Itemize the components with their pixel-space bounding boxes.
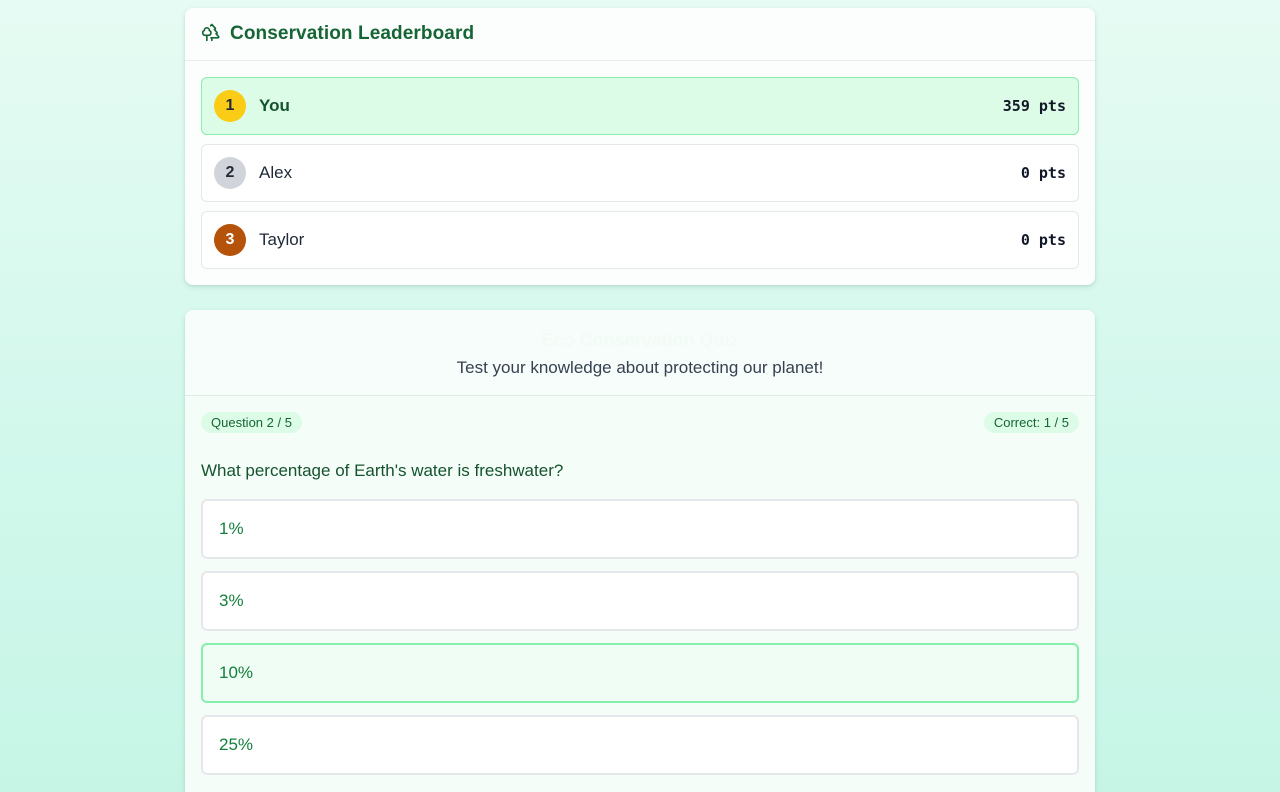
leaderboard-row-taylor: 3 Taylor 0 pts <box>201 211 1079 269</box>
player-points: 0 pts <box>1020 164 1066 182</box>
answer-list: 1% 3% 10% 25% <box>185 499 1095 775</box>
trees-icon <box>201 22 221 47</box>
player-points: 0 pts <box>1020 231 1066 249</box>
leaderboard-row-alex: 2 Alex 0 pts <box>201 144 1079 202</box>
leaderboard-title: Conservation Leaderboard <box>230 23 475 44</box>
question-text: What percentage of Earth's water is fres… <box>201 461 564 480</box>
rank-badge: 1 <box>214 90 246 122</box>
rank-badge: 3 <box>214 224 246 256</box>
answer-option-selected[interactable]: 10% <box>201 643 1079 703</box>
answer-option[interactable]: 25% <box>201 715 1079 775</box>
leaderboard-list: 1 You 359 pts 2 Alex 0 pts 3 Taylor 0 pt… <box>185 61 1095 269</box>
answer-option[interactable]: 1% <box>201 499 1079 559</box>
quiz-meta: Question 2 / 5 Correct: 1 / 5 <box>185 396 1095 448</box>
quiz-subtitle: Test your knowledge about protecting our… <box>456 358 824 377</box>
score-badge: Correct: 1 / 5 <box>983 411 1079 433</box>
leaderboard-row-you: 1 You 359 pts <box>201 77 1079 135</box>
leaderboard-header: Conservation Leaderboard <box>185 8 1095 61</box>
quiz-card: Eco Conservation Quiz Test your knowledg… <box>185 310 1095 792</box>
quiz-header: Eco Conservation Quiz Test your knowledg… <box>185 310 1095 396</box>
quiz-title: Eco Conservation Quiz <box>541 330 739 350</box>
question-progress-badge: Question 2 / 5 <box>201 411 302 433</box>
answer-option[interactable]: 3% <box>201 571 1079 631</box>
player-name: You <box>259 96 290 115</box>
leaderboard-card: Conservation Leaderboard 1 You 359 pts 2… <box>185 8 1095 285</box>
player-points: 359 pts <box>1002 97 1066 115</box>
rank-badge: 2 <box>214 157 246 189</box>
player-name: Taylor <box>259 230 305 249</box>
player-name: Alex <box>259 163 293 182</box>
